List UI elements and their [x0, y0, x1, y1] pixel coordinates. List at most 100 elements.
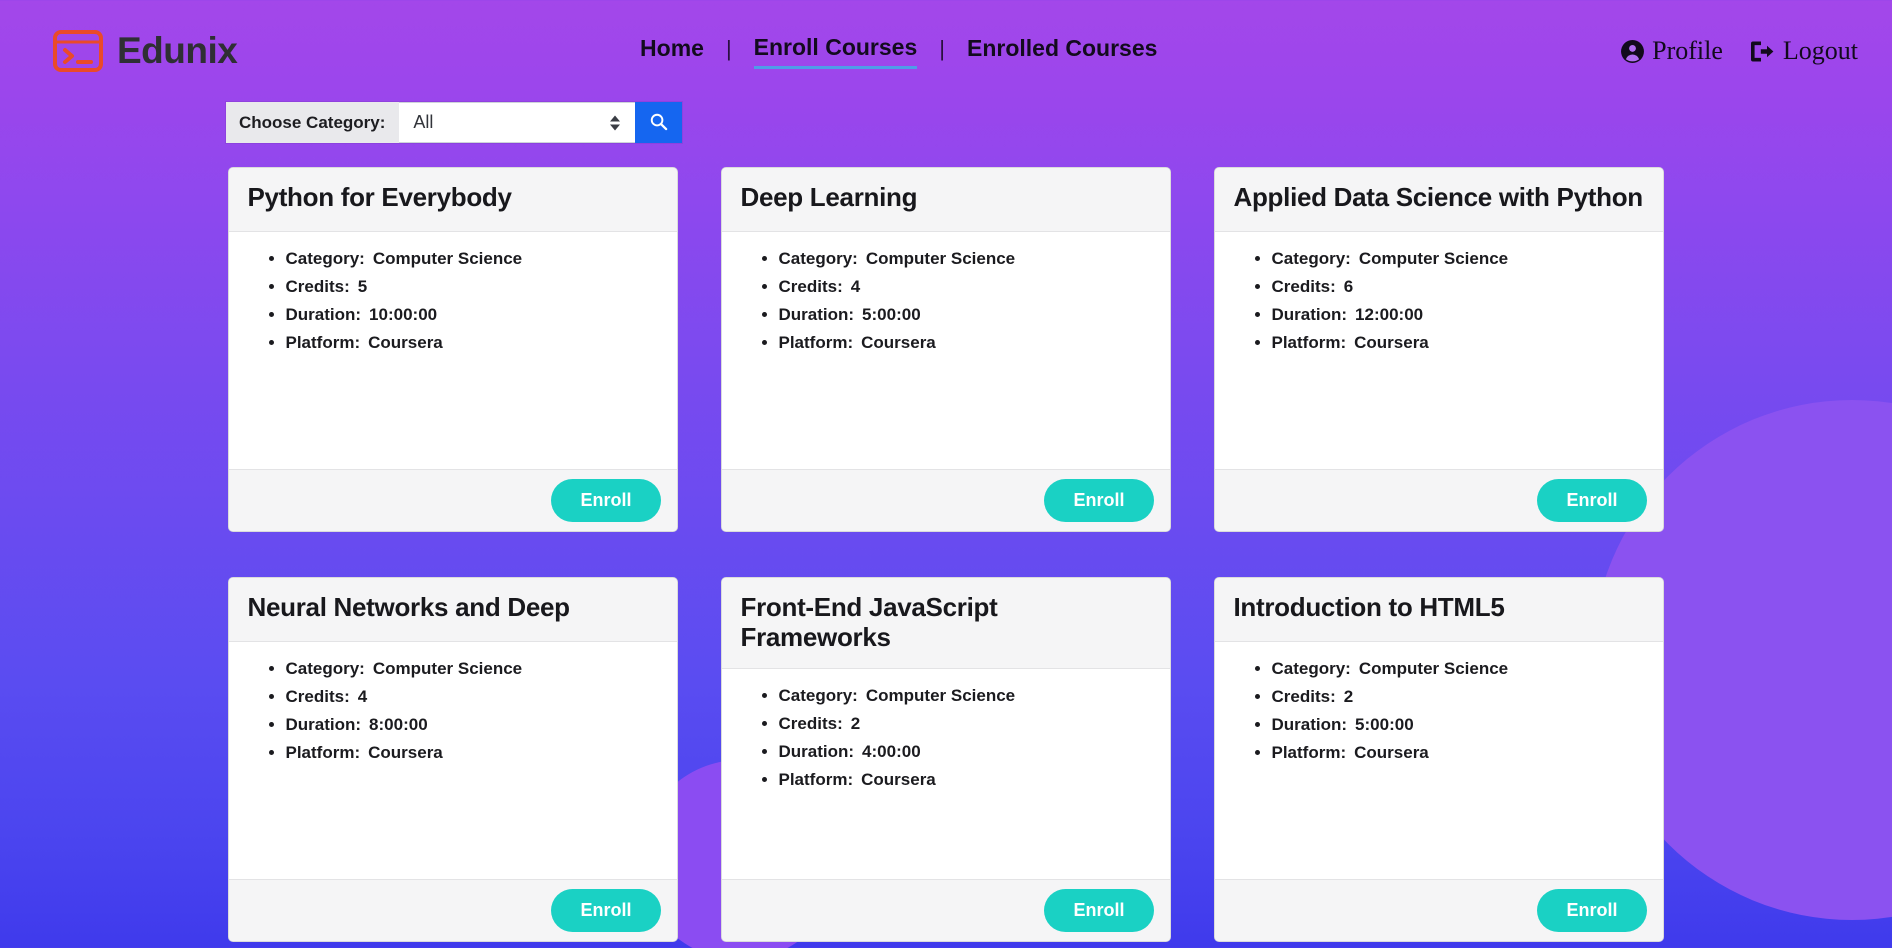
spec-platform: Platform: Coursera — [779, 771, 1151, 788]
spec-value: Coursera — [861, 333, 936, 352]
spec-duration: Duration: 12:00:00 — [1272, 306, 1644, 323]
spec-value: Computer Science — [372, 659, 523, 678]
profile-link[interactable]: Profile — [1620, 36, 1723, 66]
choose-category-label: Choose Category: — [226, 102, 400, 143]
enroll-button[interactable]: Enroll — [1537, 479, 1647, 522]
nav-link-home[interactable]: Home — [640, 35, 704, 67]
spec-value: 2 — [1343, 687, 1354, 706]
enroll-button[interactable]: Enroll — [1044, 479, 1154, 522]
spec-platform: Platform: Coursera — [779, 334, 1151, 351]
course-card-footer: Enroll — [228, 879, 677, 941]
course-card-body: Category: Computer Science Credits: 5 Dura… — [229, 232, 677, 469]
chevron-updown-icon — [610, 115, 620, 130]
course-title: Deep Learning — [740, 182, 918, 212]
spec-value: 5:00:00 — [1355, 715, 1414, 734]
spec-value: Coursera — [1354, 333, 1429, 352]
nav-link-enroll-courses[interactable]: Enroll Courses — [753, 34, 918, 69]
spec-credits: Credits: 4 — [286, 688, 658, 705]
spec-label: Platform: — [285, 743, 361, 762]
user-circle-icon — [1620, 39, 1645, 64]
course-card-body: Category: Computer Science Credits: 2 Dura… — [1215, 642, 1663, 879]
spec-value: Coursera — [368, 743, 443, 762]
course-spec-list: Category: Computer Science Credits: 4 Dura… — [741, 250, 1151, 351]
spec-duration: Duration: 10:00:00 — [286, 306, 658, 323]
logout-link[interactable]: Logout — [1749, 36, 1858, 66]
spec-value: 6 — [1343, 277, 1354, 296]
spec-label: Credits: — [1271, 277, 1336, 296]
sign-out-icon — [1749, 39, 1776, 64]
spec-platform: Platform: Coursera — [1272, 744, 1644, 761]
spec-value: 4:00:00 — [862, 742, 921, 762]
spec-label: Category: — [778, 686, 858, 706]
spec-label: Category: — [285, 249, 365, 268]
course-card-footer: Enroll — [1214, 469, 1663, 531]
course-spec-list: Category: Computer Science Credits: 5 Dura… — [248, 250, 658, 351]
spec-label: Credits: — [778, 277, 843, 296]
course-card[interactable]: Python for Everybody Category: Computer S… — [227, 167, 678, 532]
spec-label: Duration: — [778, 305, 855, 324]
course-card[interactable]: Introduction to HTML5 Category: Computer … — [1213, 577, 1664, 942]
course-card-header: Python for Everybody — [228, 168, 677, 232]
course-card[interactable]: Front-End JavaScript Frameworks Category… — [720, 577, 1171, 942]
spec-value: 4 — [850, 277, 861, 296]
spec-label: Platform: — [778, 333, 854, 352]
spec-label: Category: — [1271, 249, 1351, 268]
course-card-body: Category: Computer Science Credits: 4 Dura… — [722, 232, 1170, 469]
terminal-icon — [52, 29, 104, 73]
spec-label: Platform: — [1271, 333, 1347, 352]
enroll-button[interactable]: Enroll — [1537, 889, 1647, 932]
category-select[interactable]: All — [399, 102, 635, 143]
course-card[interactable]: Applied Data Science with Python Categor… — [1213, 167, 1664, 532]
course-card[interactable]: Deep Learning Category: Computer Science … — [720, 167, 1171, 532]
spec-label: Credits: — [285, 687, 350, 706]
spec-label: Category: — [1271, 659, 1351, 678]
enroll-button[interactable]: Enroll — [1044, 889, 1154, 932]
course-card[interactable]: Neural Networks and Deep Category: Comput… — [227, 577, 678, 942]
spec-category: Category: Computer Science — [1272, 660, 1644, 677]
search-button[interactable] — [635, 102, 682, 143]
nav-link-enrolled-courses[interactable]: Enrolled Courses — [967, 35, 1157, 67]
course-title: Neural Networks and Deep — [247, 592, 571, 622]
spec-platform: Platform: Coursera — [286, 744, 658, 761]
course-title: Front-End JavaScript Frameworks — [740, 592, 998, 652]
spec-duration: Duration: 5:00:00 — [1272, 716, 1644, 733]
spec-value: 10:00:00 — [369, 305, 438, 324]
spec-value: Coursera — [861, 770, 936, 790]
spec-value: Computer Science — [1358, 249, 1509, 268]
enroll-button[interactable]: Enroll — [551, 889, 661, 932]
spec-category: Category: Computer Science — [779, 250, 1151, 267]
top-header: Edunix Home | Enroll Courses | Enrolled … — [0, 0, 1892, 102]
course-title: Python for Everybody — [247, 182, 512, 212]
course-card-footer: Enroll — [228, 469, 677, 531]
spec-credits: Credits: 2 — [779, 715, 1151, 732]
course-card-header: Introduction to HTML5 — [1214, 578, 1663, 642]
spec-credits: Credits: 4 — [779, 278, 1151, 295]
spec-category: Category: Computer Science — [286, 250, 658, 267]
spec-duration: Duration: 4:00:00 — [779, 743, 1151, 760]
category-select-value: All — [413, 112, 434, 132]
spec-value: 2 — [850, 714, 861, 734]
spec-value: Computer Science — [865, 686, 1016, 706]
profile-label: Profile — [1652, 36, 1723, 65]
course-spec-list: Category: Computer Science Credits: 2 Dura… — [741, 687, 1151, 788]
spec-value: Computer Science — [1358, 659, 1509, 678]
logout-label: Logout — [1782, 36, 1858, 65]
course-card-footer: Enroll — [721, 879, 1170, 941]
spec-label: Duration: — [285, 715, 362, 734]
enroll-button[interactable]: Enroll — [551, 479, 661, 522]
spec-credits: Credits: 5 — [286, 278, 658, 295]
course-card-footer: Enroll — [1214, 879, 1663, 941]
user-navigation: Profile Logout — [1620, 36, 1858, 66]
spec-value: Coursera — [368, 333, 443, 352]
spec-label: Platform: — [285, 333, 361, 352]
spec-category: Category: Computer Science — [1272, 250, 1644, 267]
course-card-body: Category: Computer Science Credits: 2 Dura… — [722, 669, 1170, 879]
course-spec-list: Category: Computer Science Credits: 2 Dura… — [1234, 660, 1644, 761]
course-card-header: Front-End JavaScript Frameworks — [721, 578, 1170, 670]
course-spec-list: Category: Computer Science Credits: 4 Dura… — [248, 660, 658, 761]
spec-label: Duration: — [778, 742, 855, 762]
spec-value: Computer Science — [865, 249, 1016, 268]
spec-label: Duration: — [1271, 305, 1348, 324]
spec-value: 8:00:00 — [369, 715, 428, 734]
spec-label: Category: — [778, 249, 858, 268]
